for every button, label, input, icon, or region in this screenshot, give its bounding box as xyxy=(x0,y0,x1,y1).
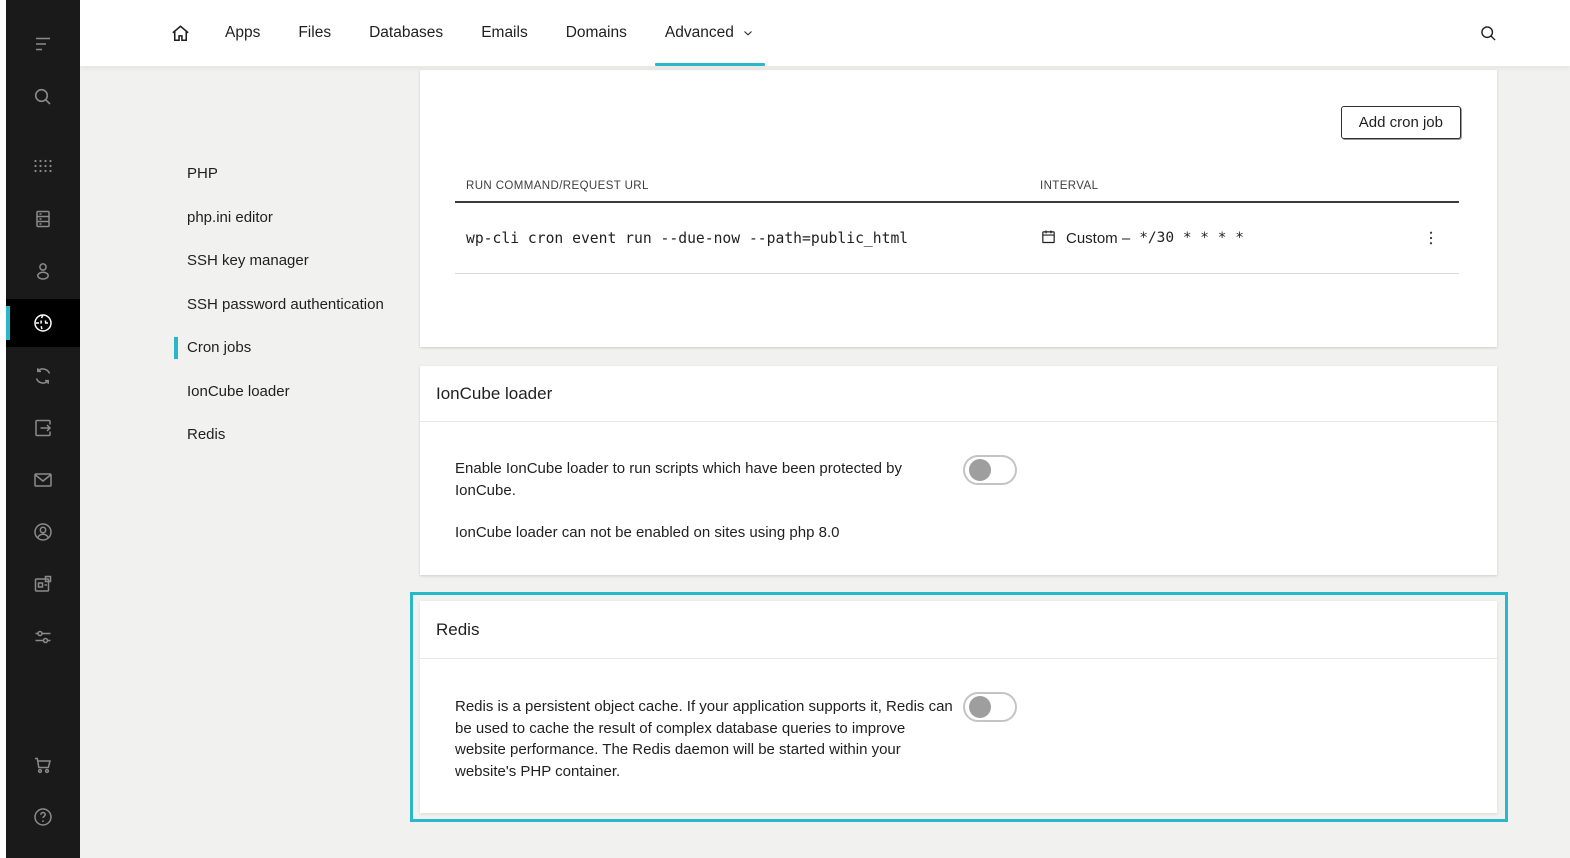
rail-item-login[interactable] xyxy=(6,404,80,452)
nav-tab-label: Advanced xyxy=(665,24,734,42)
sidebar-item-label: PHP xyxy=(187,165,218,182)
chevron-down-icon xyxy=(741,26,755,40)
redis-card-body: Redis is a persistent object cache. If y… xyxy=(420,659,1497,782)
sidebar-item-label: Redis xyxy=(187,426,225,443)
search-icon[interactable] xyxy=(1476,21,1500,45)
card-title: IonCube loader xyxy=(420,366,1497,422)
mail-icon xyxy=(31,468,55,492)
menu-icon xyxy=(31,32,55,56)
nav-tab-label: Databases xyxy=(369,24,443,42)
nav-tab-files[interactable]: Files xyxy=(279,0,350,66)
rail-item-search[interactable] xyxy=(6,73,80,121)
nav-tab-label: Emails xyxy=(481,24,528,42)
rail-active-indicator xyxy=(6,306,10,340)
nav-tab-label: Apps xyxy=(225,24,260,42)
nav-tab-emails[interactable]: Emails xyxy=(462,0,547,66)
sidebar-item-label: SSH password authentication xyxy=(187,296,384,313)
ioncube-note: IonCube loader can not be enabled on sit… xyxy=(455,524,1462,541)
search-icon xyxy=(31,85,55,109)
nav-tab-advanced[interactable]: Advanced xyxy=(646,0,774,66)
nav-tab-apps[interactable]: Apps xyxy=(206,0,279,66)
description-line: Enable IonCube loader to run scripts whi… xyxy=(455,458,1462,480)
cron-jobs-table: RUN COMMAND/REQUEST URL INTERVAL wp-cli … xyxy=(455,180,1459,274)
rail-item-preferences[interactable] xyxy=(6,613,80,661)
cron-interval-cell: Custom – */30 * * * * xyxy=(1029,228,1403,249)
card-title: Redis xyxy=(420,601,1497,659)
ioncube-loader-card: IonCube loader Enable IonCube loader to … xyxy=(420,366,1497,575)
rail-item-globe[interactable] xyxy=(6,299,80,347)
rail-item-billing[interactable] xyxy=(6,560,80,608)
sidebar-item-cron-jobs[interactable]: Cron jobs xyxy=(174,326,424,370)
sidebar-item-ioncube-loader[interactable]: IonCube loader xyxy=(174,370,424,414)
billing-icon xyxy=(31,572,55,596)
top-navbar: Apps Files Databases Emails Domains Adva… xyxy=(80,0,1570,66)
icon-rail xyxy=(6,0,80,858)
app-page: Apps Files Databases Emails Domains Adva… xyxy=(0,0,1570,858)
sidebar-item-php[interactable]: PHP xyxy=(174,152,424,196)
redis-card: Redis Redis is a persistent object cache… xyxy=(420,601,1497,813)
sidebar-item-redis[interactable]: Redis xyxy=(174,413,424,457)
rail-item-sync[interactable] xyxy=(6,352,80,400)
rail-item-server[interactable] xyxy=(6,195,80,243)
sidebar-item-ssh-password-authentication[interactable]: SSH password authentication xyxy=(174,283,424,327)
active-tab-underline xyxy=(655,63,765,66)
sidebar-item-label: Cron jobs xyxy=(187,339,251,356)
globe-icon xyxy=(31,311,55,335)
rail-item-mail[interactable] xyxy=(6,456,80,504)
server-icon xyxy=(31,207,55,231)
rail-item-menu[interactable] xyxy=(6,20,80,68)
description-line: website's PHP container. xyxy=(455,761,1462,783)
rail-item-cart[interactable] xyxy=(6,741,80,789)
add-cron-job-button[interactable]: Add cron job xyxy=(1341,106,1461,139)
cron-jobs-card: Add cron job RUN COMMAND/REQUEST URL INT… xyxy=(420,70,1497,347)
ioncube-card-body: Enable IonCube loader to run scripts whi… xyxy=(420,422,1497,541)
advanced-side-menu: PHP php.ini editor SSH key manager SSH p… xyxy=(174,152,424,457)
ioncube-toggle[interactable] xyxy=(963,455,1017,485)
redis-description: Redis is a persistent object cache. If y… xyxy=(455,696,1462,782)
ioncube-description: Enable IonCube loader to run scripts whi… xyxy=(455,458,1462,501)
row-actions-kebab-icon[interactable] xyxy=(1422,229,1440,247)
user-icon xyxy=(31,259,55,283)
rail-item-user[interactable] xyxy=(6,247,80,295)
settings-sliders-icon xyxy=(31,625,55,649)
description-line: IonCube. xyxy=(455,480,1462,502)
active-menu-indicator xyxy=(174,337,178,359)
sidebar-item-ssh-key-manager[interactable]: SSH key manager xyxy=(174,239,424,283)
column-header-interval: INTERVAL xyxy=(1029,180,1403,192)
sidebar-item-label: IonCube loader xyxy=(187,383,290,400)
description-line: website performance. The Redis daemon wi… xyxy=(455,739,1462,761)
rail-item-account[interactable] xyxy=(6,508,80,556)
redis-highlight-border: Redis Redis is a persistent object cache… xyxy=(410,592,1508,822)
nav-tab-databases[interactable]: Databases xyxy=(350,0,462,66)
login-icon xyxy=(31,416,55,440)
sync-icon xyxy=(31,364,55,388)
help-icon xyxy=(31,805,55,829)
nav-tab-label: Files xyxy=(298,24,331,42)
interval-label: Custom – xyxy=(1066,230,1130,247)
interval-expression: */30 * * * * xyxy=(1139,230,1244,246)
redis-toggle[interactable] xyxy=(963,692,1017,722)
sidebar-item-php-ini-editor[interactable]: php.ini editor xyxy=(174,196,424,240)
sidebar-item-label: php.ini editor xyxy=(187,209,273,226)
description-line: be used to cache the result of complex d… xyxy=(455,718,1462,740)
account-circle-icon xyxy=(31,520,55,544)
toggle-knob xyxy=(969,459,991,481)
home-icon[interactable] xyxy=(168,21,192,45)
nav-tab-domains[interactable]: Domains xyxy=(547,0,646,66)
table-header-row: RUN COMMAND/REQUEST URL INTERVAL xyxy=(455,180,1459,203)
sidebar-item-label: SSH key manager xyxy=(187,252,309,269)
table-row: wp-cli cron event run --due-now --path=p… xyxy=(455,203,1459,274)
nav-tab-label: Domains xyxy=(566,24,627,42)
rail-item-help[interactable] xyxy=(6,793,80,841)
apps-grid-icon xyxy=(31,154,55,178)
column-header-actions xyxy=(1403,180,1459,192)
description-line: Redis is a persistent object cache. If y… xyxy=(455,696,1462,718)
calendar-icon xyxy=(1040,228,1057,249)
rail-item-apps[interactable] xyxy=(6,142,80,190)
cart-icon xyxy=(31,753,55,777)
nav-tabs: Apps Files Databases Emails Domains Adva… xyxy=(206,0,774,66)
cron-command-cell: wp-cli cron event run --due-now --path=p… xyxy=(455,230,1029,247)
column-header-command: RUN COMMAND/REQUEST URL xyxy=(455,180,1029,192)
toggle-knob xyxy=(969,696,991,718)
